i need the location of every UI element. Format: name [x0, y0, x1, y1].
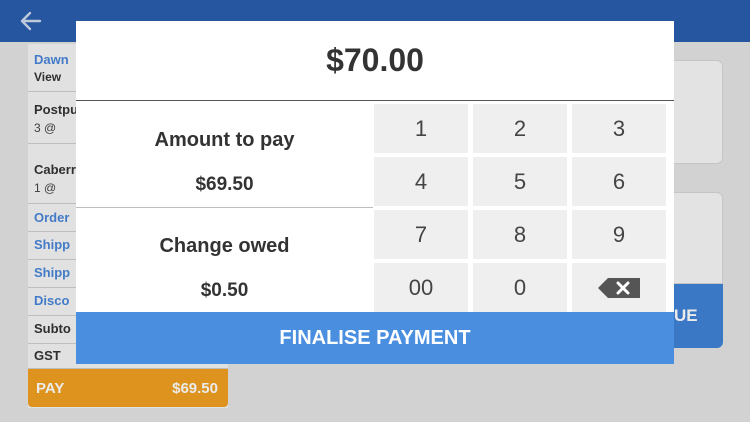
key-2[interactable]: 2 — [473, 104, 567, 153]
change-owed-label: Change owed — [159, 235, 290, 257]
payment-modal: $70.00 Amount to pay $69.50 Change owed … — [76, 21, 674, 364]
finalise-payment-button[interactable]: FINALISE PAYMENT — [76, 312, 674, 364]
change-owed-section: Change owed $0.50 — [76, 235, 373, 302]
key-6[interactable]: 6 — [572, 157, 666, 206]
keypad: 1 2 3 4 5 6 7 8 9 00 0 — [373, 102, 674, 312]
amount-to-pay-value: $69.50 — [195, 174, 254, 195]
key-7[interactable]: 7 — [374, 210, 468, 259]
change-owed-value: $0.50 — [200, 280, 249, 301]
backspace-key[interactable] — [572, 263, 666, 312]
amount-to-pay-label: Amount to pay — [154, 129, 295, 151]
key-9[interactable]: 9 — [572, 210, 666, 259]
backspace-icon — [598, 277, 640, 298]
key-0[interactable]: 0 — [473, 263, 567, 312]
key-4[interactable]: 4 — [374, 157, 468, 206]
key-5[interactable]: 5 — [473, 157, 567, 206]
tendered-total: $70.00 — [76, 21, 674, 101]
key-00[interactable]: 00 — [374, 263, 468, 312]
key-3[interactable]: 3 — [572, 104, 666, 153]
key-1[interactable]: 1 — [374, 104, 468, 153]
divider — [76, 207, 373, 208]
amount-to-pay-section: Amount to pay $69.50 — [76, 129, 373, 196]
key-8[interactable]: 8 — [473, 210, 567, 259]
